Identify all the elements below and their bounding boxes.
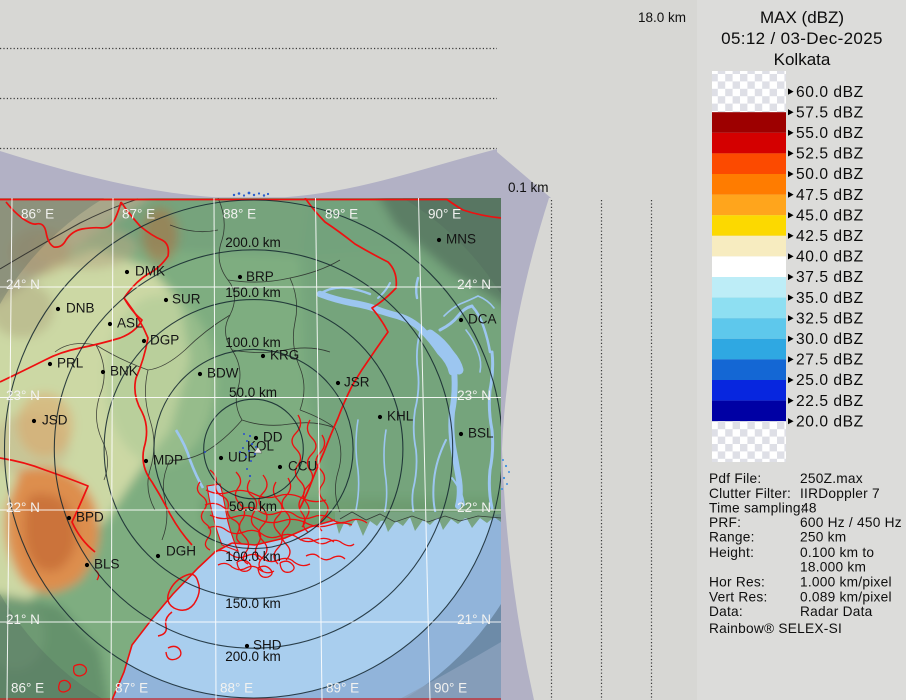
svg-text:BRP: BRP [246, 269, 274, 284]
svg-text:50.0 km: 50.0 km [229, 385, 277, 400]
svg-text:18.000 km: 18.000 km [800, 560, 866, 575]
svg-text:42.5 dBZ: 42.5 dBZ [796, 228, 864, 245]
svg-text:88° E: 88° E [220, 681, 253, 696]
svg-text:22° N: 22° N [6, 500, 40, 515]
svg-text:05:12 / 03-Dec-2025: 05:12 / 03-Dec-2025 [721, 29, 883, 48]
svg-text:86° E: 86° E [11, 681, 44, 696]
svg-text:BSL: BSL [468, 426, 494, 441]
svg-text:150.0 km: 150.0 km [225, 285, 281, 300]
svg-text:DGP: DGP [150, 333, 179, 348]
svg-text:57.5 dBZ: 57.5 dBZ [796, 104, 864, 121]
svg-text:UDP: UDP [228, 450, 257, 465]
svg-text:23° N: 23° N [457, 388, 491, 403]
svg-text:35.0 dBZ: 35.0 dBZ [796, 290, 864, 307]
svg-text:30.0 dBZ: 30.0 dBZ [796, 331, 864, 348]
svg-text:27.5 dBZ: 27.5 dBZ [796, 352, 864, 369]
svg-text:MDP: MDP [153, 453, 183, 468]
svg-text:1.000 km/pixel: 1.000 km/pixel [800, 575, 892, 590]
svg-text:90° E: 90° E [434, 681, 467, 696]
svg-text:89° E: 89° E [325, 207, 358, 222]
svg-text:DGH: DGH [166, 544, 196, 559]
svg-text:Height:: Height: [709, 545, 754, 560]
svg-text:BDW: BDW [207, 366, 239, 381]
svg-text:PRL: PRL [57, 356, 84, 371]
svg-text:BNK: BNK [110, 364, 138, 379]
svg-text:Clutter Filter:: Clutter Filter: [709, 486, 791, 501]
svg-text:87° E: 87° E [115, 681, 148, 696]
svg-text:22.5 dBZ: 22.5 dBZ [796, 393, 864, 410]
svg-text:50.0 km: 50.0 km [229, 499, 277, 514]
svg-text:250Z.max: 250Z.max [800, 471, 863, 486]
svg-text:48: 48 [801, 501, 817, 516]
svg-text:DCA: DCA [468, 312, 497, 327]
svg-text:45.0 dBZ: 45.0 dBZ [796, 207, 864, 224]
svg-text:60.0 dBZ: 60.0 dBZ [796, 84, 864, 101]
svg-text:20.0 dBZ: 20.0 dBZ [796, 413, 864, 430]
svg-text:150.0 km: 150.0 km [225, 596, 281, 611]
svg-text:21° N: 21° N [457, 612, 491, 627]
svg-text:PRF:: PRF: [709, 515, 741, 530]
svg-text:88° E: 88° E [223, 207, 256, 222]
svg-text:Time sampling:: Time sampling: [709, 501, 805, 516]
svg-text:47.5 dBZ: 47.5 dBZ [796, 187, 864, 204]
svg-text:Pdf File:: Pdf File: [709, 471, 761, 486]
svg-text:24° N: 24° N [457, 277, 491, 292]
svg-text:32.5 dBZ: 32.5 dBZ [796, 310, 864, 327]
svg-text:90° E: 90° E [428, 207, 461, 222]
svg-text:0.100 km to: 0.100 km to [800, 545, 874, 560]
svg-text:CCU: CCU [288, 459, 317, 474]
svg-text:89° E: 89° E [326, 681, 359, 696]
svg-text:JSR: JSR [344, 375, 370, 390]
svg-text:50.0 dBZ: 50.0 dBZ [796, 166, 864, 183]
svg-text:100.0 km: 100.0 km [225, 549, 281, 564]
svg-text:Range:: Range: [709, 530, 755, 545]
svg-text:87° E: 87° E [122, 207, 155, 222]
svg-text:MAX (dBZ): MAX (dBZ) [760, 8, 844, 27]
svg-text:23° N: 23° N [6, 388, 40, 403]
svg-text:0.089 km/pixel: 0.089 km/pixel [800, 590, 892, 605]
svg-text:Vert Res:: Vert Res: [709, 590, 768, 605]
svg-text:600 Hz / 450 Hz: 600 Hz / 450 Hz [800, 515, 902, 530]
svg-text:55.0 dBZ: 55.0 dBZ [796, 125, 864, 142]
svg-text:JSD: JSD [42, 413, 68, 428]
svg-text:200.0 km: 200.0 km [225, 235, 281, 250]
svg-text:MNS: MNS [446, 232, 476, 247]
svg-text:KHL: KHL [387, 409, 414, 424]
svg-text:IIRDoppler 7: IIRDoppler 7 [800, 486, 880, 501]
svg-text:DNB: DNB [66, 301, 95, 316]
svg-text:BPD: BPD [76, 510, 104, 525]
svg-text:ASL: ASL [117, 316, 143, 331]
svg-text:SHD: SHD [253, 638, 282, 653]
svg-text:250 km: 250 km [800, 530, 846, 545]
svg-text:DMK: DMK [135, 264, 165, 279]
svg-text:21° N: 21° N [6, 612, 40, 627]
svg-text:86° E: 86° E [21, 207, 54, 222]
svg-text:24° N: 24° N [6, 277, 40, 292]
svg-text:SUR: SUR [172, 292, 201, 307]
svg-text:37.5 dBZ: 37.5 dBZ [796, 269, 864, 286]
svg-text:Radar Data: Radar Data [800, 604, 873, 619]
svg-text:18.0 km: 18.0 km [638, 10, 686, 25]
svg-text:25.0 dBZ: 25.0 dBZ [796, 372, 864, 389]
svg-text:Rainbow® SELEX-SI: Rainbow® SELEX-SI [709, 621, 842, 636]
svg-text:Kolkata: Kolkata [774, 50, 831, 69]
svg-text:Hor Res:: Hor Res: [709, 575, 765, 590]
svg-text:52.5 dBZ: 52.5 dBZ [796, 146, 864, 163]
svg-text:0.1 km: 0.1 km [508, 180, 549, 195]
svg-text:BLS: BLS [94, 557, 120, 572]
svg-text:22° N: 22° N [457, 500, 491, 515]
svg-text:KRG: KRG [270, 348, 299, 363]
svg-text:Data:: Data: [709, 604, 743, 619]
svg-text:40.0 dBZ: 40.0 dBZ [796, 249, 864, 266]
